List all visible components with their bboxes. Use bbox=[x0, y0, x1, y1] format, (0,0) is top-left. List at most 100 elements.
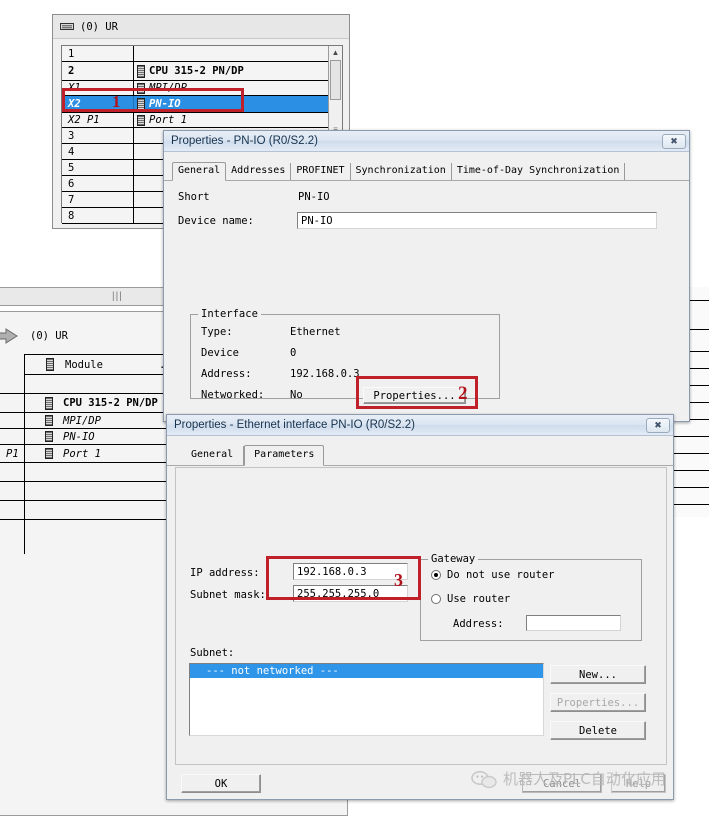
table-row[interactable] bbox=[672, 437, 709, 454]
rack-row-slot: 6 bbox=[62, 176, 134, 191]
rack-row-module: Port 1 bbox=[149, 114, 187, 126]
table-row[interactable] bbox=[672, 454, 709, 471]
gateway-option-no-router[interactable]: Do not use router bbox=[431, 569, 554, 581]
tab-time-of-day-synchronization[interactable]: Time-of-Day Synchronization bbox=[452, 163, 626, 180]
rack-row-slot: X2 bbox=[62, 96, 134, 112]
rack-row-slot: 1 bbox=[62, 46, 134, 61]
interface-networked-label: Networked: bbox=[201, 389, 265, 401]
screenshot-root: ||| (0) UR Module ... CPU bbox=[0, 0, 709, 816]
annotation-number-3: 3 bbox=[394, 570, 403, 590]
gateway-option-label: Do not use router bbox=[447, 569, 555, 581]
table-cell-module: MPI/DP bbox=[63, 414, 101, 427]
table-row[interactable] bbox=[672, 488, 709, 505]
ethernet-dialog-title: Properties - Ethernet interface PN-IO (R… bbox=[174, 419, 415, 431]
tab-parameters[interactable]: Parameters bbox=[244, 445, 325, 466]
table-cell-module: CPU 315-2 PN/DP bbox=[63, 397, 158, 409]
radio-unchecked-icon[interactable] bbox=[431, 594, 441, 604]
pane-grip-icon: ||| bbox=[112, 291, 123, 302]
wechat-icon bbox=[471, 770, 497, 788]
table-row[interactable] bbox=[672, 471, 709, 488]
rack-row-module: MPI/DP bbox=[149, 82, 187, 94]
subnet-new-button[interactable]: New... bbox=[550, 665, 646, 684]
rack-row-1[interactable]: 1 bbox=[62, 46, 329, 62]
rack-row-slot: 4 bbox=[62, 144, 134, 159]
table-cell-module: Port 1 bbox=[63, 447, 101, 460]
subnet-listbox[interactable]: --- not networked --- bbox=[189, 663, 544, 736]
module-chip-icon bbox=[137, 82, 145, 94]
rack-window-title: (0) UR bbox=[80, 20, 118, 33]
module-chip-icon bbox=[137, 114, 145, 126]
rack-row-slot: 5 bbox=[62, 160, 134, 175]
background-rack-title: (0) UR bbox=[30, 330, 68, 342]
interface-networked-value: No bbox=[290, 389, 303, 401]
ethernet-dialog-titlebar[interactable]: Properties - Ethernet interface PN-IO (R… bbox=[167, 415, 673, 436]
pnio-dialog-title: Properties - PN-IO (R0/S2.2) bbox=[171, 135, 318, 147]
table-cell-slot: P1 bbox=[6, 447, 19, 460]
watermark: 机器人及PLC自动化应用 bbox=[470, 768, 666, 789]
rack-row-slot: X2 P1 bbox=[62, 113, 134, 127]
rack-row-module-cell: PN-IO bbox=[134, 96, 329, 112]
tab-profinet[interactable]: PROFINET bbox=[291, 163, 351, 180]
annotation-number-1: 1 bbox=[112, 92, 121, 111]
module-chip-icon bbox=[45, 396, 53, 410]
tab-addresses[interactable]: Addresses bbox=[226, 163, 292, 180]
ip-address-input[interactable]: 192.168.0.3 bbox=[293, 563, 408, 580]
interface-type-label: Type: bbox=[201, 326, 233, 338]
rack-row-x1[interactable]: X1 MPI/DP bbox=[62, 81, 329, 96]
list-item[interactable]: --- not networked --- bbox=[190, 664, 543, 678]
table-cell-module: PN-IO bbox=[63, 430, 95, 443]
subnet-mask-label: Subnet mask: bbox=[190, 589, 266, 601]
radio-checked-icon[interactable] bbox=[431, 570, 441, 580]
rack-row-slot: 3 bbox=[62, 128, 134, 143]
close-icon[interactable]: ✖ bbox=[662, 133, 686, 149]
gateway-group-label: Gateway bbox=[428, 553, 479, 565]
module-chip-icon bbox=[45, 431, 53, 442]
annotation-number-2: 2 bbox=[458, 383, 468, 404]
close-icon[interactable]: ✖ bbox=[646, 417, 670, 433]
navigate-arrow-icon[interactable] bbox=[0, 327, 18, 345]
rack-row-module: CPU 315-2 PN/DP bbox=[149, 65, 244, 77]
interface-type-value: Ethernet bbox=[290, 326, 341, 338]
rack-row-module-cell: Port 1 bbox=[134, 113, 329, 127]
rack-icon bbox=[60, 23, 74, 30]
pnio-properties-button[interactable]: Properties... bbox=[363, 387, 466, 404]
device-name-input[interactable]: PN-IO bbox=[297, 212, 657, 229]
pnio-dialog-titlebar[interactable]: Properties - PN-IO (R0/S2.2) ✖ bbox=[164, 131, 689, 152]
tab-general[interactable]: General bbox=[181, 446, 245, 465]
subnet-label: Subnet: bbox=[190, 647, 235, 659]
ethernet-dialog-tabs: General Parameters bbox=[167, 445, 673, 466]
rack-row-slot: 2 bbox=[62, 62, 134, 80]
rack-row-slot: 8 bbox=[62, 208, 134, 223]
interface-address-label: Address: bbox=[201, 368, 252, 380]
gateway-option-use-router[interactable]: Use router bbox=[431, 593, 510, 605]
gateway-address-label: Address: bbox=[453, 618, 504, 630]
pnio-dialog-tabs: General Addresses PROFINET Synchronizati… bbox=[164, 161, 689, 181]
rack-row-2[interactable]: 2 CPU 315-2 PN/DP bbox=[62, 62, 329, 81]
tab-general[interactable]: General bbox=[172, 162, 227, 181]
subnet-delete-button[interactable]: Delete bbox=[550, 721, 646, 740]
rack-row-slot: 7 bbox=[62, 192, 134, 207]
scrollbar-thumb[interactable] bbox=[330, 60, 341, 100]
gateway-option-label: Use router bbox=[447, 593, 511, 605]
rack-row-pnio[interactable]: X2 PN-IO bbox=[62, 96, 329, 113]
subnet-mask-input[interactable]: 255.255.255.0 bbox=[293, 585, 408, 602]
subnet-properties-button: Properties... bbox=[550, 693, 646, 712]
rack-row-x2p1[interactable]: X2 P1 Port 1 bbox=[62, 113, 329, 128]
tab-synchronization[interactable]: Synchronization bbox=[351, 163, 452, 180]
short-label: Short bbox=[178, 191, 210, 203]
short-value: PN-IO bbox=[298, 191, 330, 203]
module-chip-icon bbox=[137, 64, 145, 78]
watermark-text: 机器人及PLC自动化应用 bbox=[503, 770, 666, 788]
table-row[interactable] bbox=[672, 420, 709, 437]
gateway-address-input[interactable] bbox=[526, 615, 621, 631]
module-chip-icon bbox=[45, 448, 53, 459]
module-chip-icon bbox=[46, 358, 54, 371]
rack-row-module bbox=[134, 46, 329, 61]
device-name-label: Device name: bbox=[178, 215, 254, 227]
interface-group-label: Interface bbox=[198, 308, 261, 320]
rack-row-module-cell: MPI/DP bbox=[134, 81, 329, 95]
scroll-up-icon[interactable]: ▲ bbox=[332, 48, 340, 57]
ok-button[interactable]: OK bbox=[181, 774, 261, 793]
rack-window-titlebar: (0) UR bbox=[53, 15, 349, 39]
ip-address-label: IP address: bbox=[190, 567, 260, 579]
